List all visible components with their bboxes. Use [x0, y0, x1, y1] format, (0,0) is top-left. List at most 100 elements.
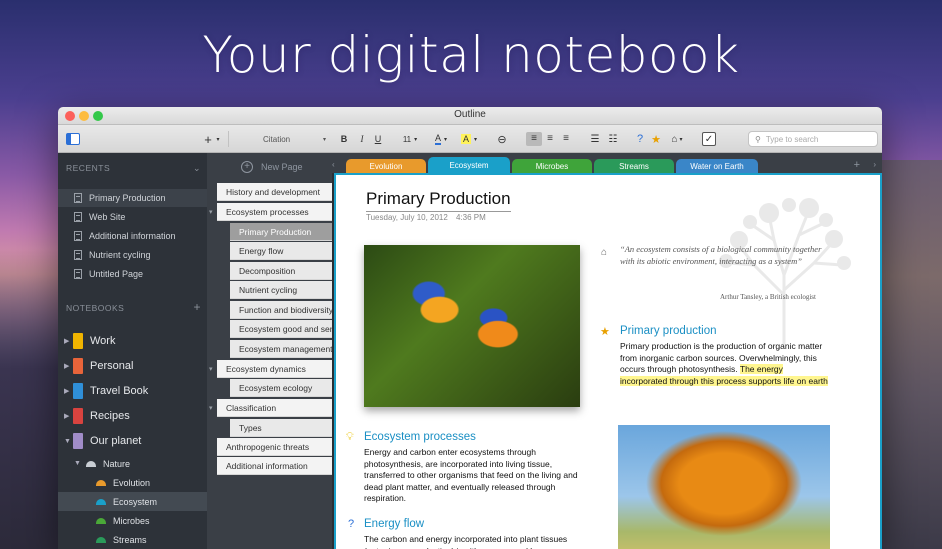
parrots-photo[interactable]	[364, 245, 580, 407]
tab-streams[interactable]: Streams	[594, 159, 674, 173]
collapse-arrow-icon[interactable]: ▾	[209, 365, 213, 373]
notebook-our-planet[interactable]: ▼ Our planet	[58, 430, 207, 452]
page-item[interactable]: Anthropogenic threats	[217, 438, 332, 456]
collapse-arrow-icon[interactable]: ▾	[209, 208, 213, 216]
recent-item-label: Primary Production	[89, 193, 166, 203]
recent-item[interactable]: Web Site	[58, 208, 207, 226]
page-item[interactable]: Nutrient cycling	[230, 281, 332, 299]
primary-production-heading[interactable]: Primary production	[620, 325, 717, 337]
disclosure-arrow-icon[interactable]: ▶	[64, 362, 72, 370]
star-tag-icon[interactable]: ★	[650, 131, 662, 147]
font-size-value: 11	[402, 134, 412, 144]
page-item[interactable]: Ecosystem good and services	[230, 320, 332, 338]
recent-item[interactable]: Untitled Page	[58, 265, 207, 283]
bulleted-list-icon[interactable]: ☰	[588, 131, 602, 147]
link-icon[interactable]: ⊖	[494, 131, 510, 147]
tab-evolution[interactable]: Evolution	[346, 159, 426, 173]
page-item[interactable]: Energy flow	[230, 242, 332, 260]
tab-microbes[interactable]: Microbes	[512, 159, 592, 173]
align-center-icon[interactable]: ≡	[542, 132, 558, 146]
ecosystem-processes-heading[interactable]: Ecosystem processes	[364, 431, 476, 443]
page-item[interactable]: Ecosystem dynamics	[217, 360, 332, 378]
section-item-evolution[interactable]: Evolution	[58, 473, 207, 492]
add-section-icon[interactable]: +	[854, 159, 860, 171]
bold-button[interactable]: B	[338, 131, 350, 147]
chevron-down-icon: ▾	[474, 136, 478, 143]
notebook-icon	[73, 408, 83, 424]
notebook-recipes[interactable]: ▶ Recipes	[58, 405, 207, 427]
page-item[interactable]: Primary Production	[230, 223, 332, 241]
font-color-button[interactable]: A ▾	[430, 131, 452, 147]
section-group-nature[interactable]: ▼ Nature	[58, 454, 207, 473]
disclosure-arrow-icon[interactable]: ▶	[64, 387, 72, 395]
add-button[interactable]: +	[202, 131, 214, 147]
chevron-left-icon[interactable]: ‹	[332, 160, 335, 169]
page-item[interactable]: Ecosystem management	[230, 340, 332, 358]
toggle-sidebar-icon[interactable]	[66, 133, 80, 145]
underline-button[interactable]: U	[372, 131, 384, 147]
page-item[interactable]: Additional information	[217, 457, 332, 475]
italic-button[interactable]: I	[356, 131, 368, 147]
home-tag-icon[interactable]: ⌂ ▾	[666, 131, 688, 147]
page-item[interactable]: Function and biodiversity	[230, 301, 332, 319]
primary-production-text: Primary production is the production of …	[620, 341, 823, 374]
section-item-microbes[interactable]: Microbes	[58, 511, 207, 530]
page-item[interactable]: Ecosystem ecology	[230, 379, 332, 397]
disclosure-arrow-icon[interactable]: ▼	[64, 438, 72, 445]
star-tag-icon: ★	[600, 326, 610, 338]
notebook-personal[interactable]: ▶ Personal	[58, 355, 207, 377]
section-item-streams[interactable]: Streams	[58, 530, 207, 549]
page-time: 4:36 PM	[456, 213, 486, 222]
chevron-down-icon[interactable]: ⌄	[193, 163, 201, 174]
highlight-button[interactable]: A ▾	[458, 131, 480, 147]
disclosure-arrow-icon[interactable]: ▶	[64, 337, 72, 345]
page-icon	[74, 193, 82, 203]
paragraph-style-select[interactable]: Citation ▾	[233, 131, 328, 147]
align-right-icon[interactable]: ≡	[558, 132, 574, 146]
quote-author: Arthur Tansley, a British ecologist	[720, 293, 816, 301]
chevron-right-icon[interactable]: ›	[873, 160, 876, 169]
recent-item[interactable]: Additional information	[58, 227, 207, 245]
add-dropdown-icon[interactable]: ▾	[214, 131, 222, 147]
tab-water-on-earth[interactable]: Water on Earth	[676, 159, 758, 173]
section-item-ecosystem[interactable]: Ecosystem	[58, 492, 207, 511]
checkbox-tag-icon[interactable]: ✓	[702, 132, 716, 146]
chevron-down-icon: ▾	[322, 136, 326, 143]
search-placeholder: Type to search	[765, 134, 819, 144]
tree-photo[interactable]	[618, 425, 830, 549]
search-icon: ⚲	[755, 134, 761, 144]
numbered-list-icon[interactable]: ☷	[606, 131, 620, 147]
primary-production-paragraph[interactable]: Primary production is the production of …	[620, 341, 832, 387]
page-item[interactable]: Decomposition	[230, 262, 332, 280]
page-title[interactable]: Primary Production	[366, 189, 511, 212]
recent-item[interactable]: Primary Production	[58, 189, 207, 207]
recent-item-label: Nutrient cycling	[89, 250, 151, 260]
recents-header[interactable]: RECENTS ⌄	[66, 163, 201, 174]
collapse-arrow-icon[interactable]: ▾	[209, 404, 213, 412]
recent-item[interactable]: Nutrient cycling	[58, 246, 207, 264]
page-item[interactable]: Ecosystem processes	[217, 203, 332, 221]
page-item[interactable]: Classification	[217, 399, 332, 417]
new-page-button[interactable]: + New Page	[241, 161, 303, 173]
page-item[interactable]: History and development	[217, 183, 332, 201]
energy-flow-paragraph[interactable]: The carbon and energy incorporated into …	[364, 534, 580, 549]
search-field[interactable]: ⚲ Type to search	[748, 131, 878, 147]
disclosure-arrow-icon[interactable]: ▶	[64, 412, 72, 420]
page-list: + New Page History and development ▾ Eco…	[207, 153, 332, 549]
page-canvas[interactable]: Primary Production Tuesday, July 10, 201…	[334, 173, 882, 549]
font-size-select[interactable]: 11 ▾	[398, 131, 422, 147]
align-left-icon[interactable]: ≡	[526, 132, 542, 146]
disclosure-arrow-icon[interactable]: ▼	[74, 460, 86, 467]
energy-flow-heading[interactable]: Energy flow	[364, 518, 424, 530]
add-notebook-icon[interactable]: +	[193, 301, 201, 313]
quote-text[interactable]: “An ecosystem consists of a biological c…	[620, 243, 830, 267]
tab-ecosystem[interactable]: Ecosystem	[428, 157, 510, 173]
page-item[interactable]: Types	[230, 419, 332, 437]
notebook-travel-book[interactable]: ▶ Travel Book	[58, 380, 207, 402]
question-tag-icon[interactable]: ?	[634, 131, 646, 147]
recent-item-label: Untitled Page	[89, 269, 144, 279]
notebook-work[interactable]: ▶ Work	[58, 330, 207, 352]
section-icon	[96, 479, 106, 486]
ecosystem-processes-paragraph[interactable]: Energy and carbon enter ecosystems throu…	[364, 447, 580, 505]
toolbar-divider	[228, 131, 229, 147]
